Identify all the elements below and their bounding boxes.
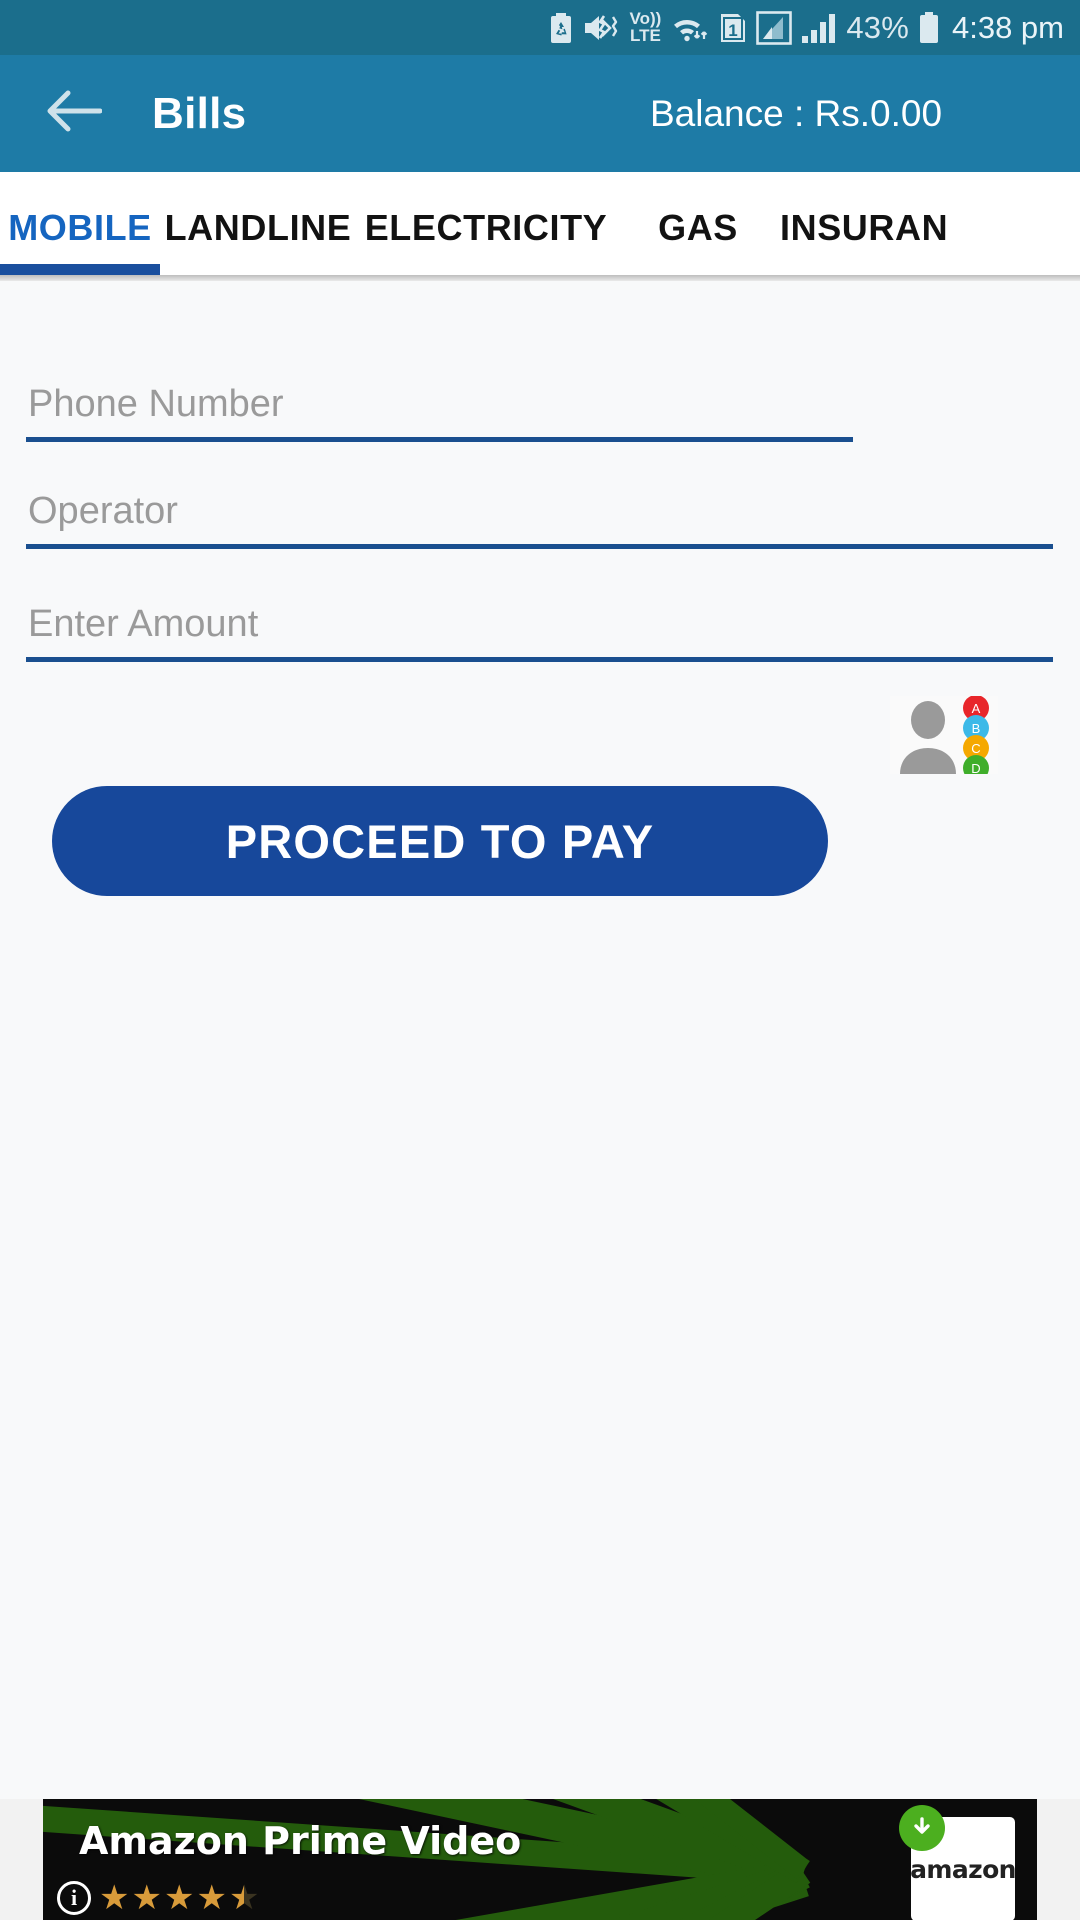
phone-number-underline — [26, 437, 853, 442]
operator-underline — [26, 544, 1053, 549]
page-title: Bills — [152, 88, 247, 138]
operator-field[interactable]: Operator — [26, 490, 1053, 549]
app-bar: Bills Balance : Rs.0.00 — [0, 55, 1080, 172]
tab-gas[interactable]: GAS — [616, 207, 780, 249]
tab-landline[interactable]: LANDLINE — [160, 207, 356, 249]
star-icon: ★ — [163, 1879, 195, 1917]
download-arrow-icon — [899, 1805, 945, 1851]
bill-form: Phone Number A B C D Operator Enter Amou… — [0, 281, 1080, 1799]
arrow-left-icon — [46, 88, 103, 139]
star-icon: ★ — [99, 1879, 130, 1917]
svg-text:D: D — [971, 761, 980, 774]
svg-text:1: 1 — [729, 21, 738, 40]
star-icon: ★ — [196, 1879, 227, 1917]
tab-bar: MOBILE LANDLINE ELECTRICITY GAS INSURAN — [0, 172, 1080, 275]
status-bar: Vo)) LTE 1 43% 4:38 pm — [0, 0, 1080, 55]
ad-app-icon-label: amazon — [910, 1854, 1016, 1884]
operator-placeholder: Operator — [28, 490, 178, 532]
ad-container: Amazon Prime Video i ★ ★ ★ ★ ★ amazon — [0, 1799, 1080, 1920]
recycle-battery-icon — [548, 12, 574, 44]
tab-insurance[interactable]: INSURAN — [780, 207, 1040, 249]
back-button[interactable] — [22, 88, 126, 139]
ad-banner[interactable]: Amazon Prime Video i ★ ★ ★ ★ ★ amazon — [43, 1799, 1037, 1920]
proceed-to-pay-button[interactable]: PROCEED TO PAY — [52, 786, 828, 896]
volte-icon: Vo)) LTE — [630, 10, 662, 45]
tab-strip[interactable]: MOBILE LANDLINE ELECTRICITY GAS INSURAN — [0, 172, 1080, 263]
ad-rating: i ★ ★ ★ ★ ★ — [57, 1881, 259, 1915]
sim1-icon: 1 — [719, 12, 747, 44]
battery-icon — [918, 11, 940, 44]
amount-underline — [26, 657, 1053, 662]
tab-indicator — [0, 264, 160, 275]
star-rating: ★ ★ ★ ★ ★ — [99, 1881, 259, 1915]
phone-number-placeholder: Phone Number — [28, 383, 284, 425]
clock-label: 4:38 pm — [951, 9, 1064, 45]
volte-bottom-label: LTE — [630, 25, 661, 45]
svg-text:B: B — [972, 721, 981, 736]
star-half-icon: ★ — [228, 1879, 260, 1917]
wifi-transfer-icon — [670, 12, 710, 44]
svg-text:C: C — [971, 741, 980, 756]
contacts-picker-icon[interactable]: A B C D — [890, 695, 998, 781]
star-icon: ★ — [131, 1879, 162, 1917]
tab-mobile[interactable]: MOBILE — [0, 207, 160, 249]
ad-app-icon[interactable]: amazon — [899, 1805, 1016, 1920]
info-icon[interactable]: i — [57, 1881, 91, 1915]
tab-electricity[interactable]: ELECTRICITY — [356, 207, 616, 249]
battery-percent-label: 43% — [846, 10, 909, 45]
amount-placeholder: Enter Amount — [28, 603, 259, 645]
ad-title: Amazon Prime Video — [79, 1819, 522, 1863]
amount-field[interactable]: Enter Amount — [26, 603, 1053, 662]
balance-label: Balance : Rs.0.00 — [650, 92, 943, 134]
mute-vibrate-icon — [583, 12, 621, 44]
signal-bars-icon — [801, 12, 837, 44]
svg-text:A: A — [972, 701, 981, 716]
signal-boxed-icon — [756, 10, 793, 45]
proceed-to-pay-label: PROCEED TO PAY — [225, 814, 655, 868]
phone-number-field[interactable]: Phone Number — [26, 383, 853, 442]
